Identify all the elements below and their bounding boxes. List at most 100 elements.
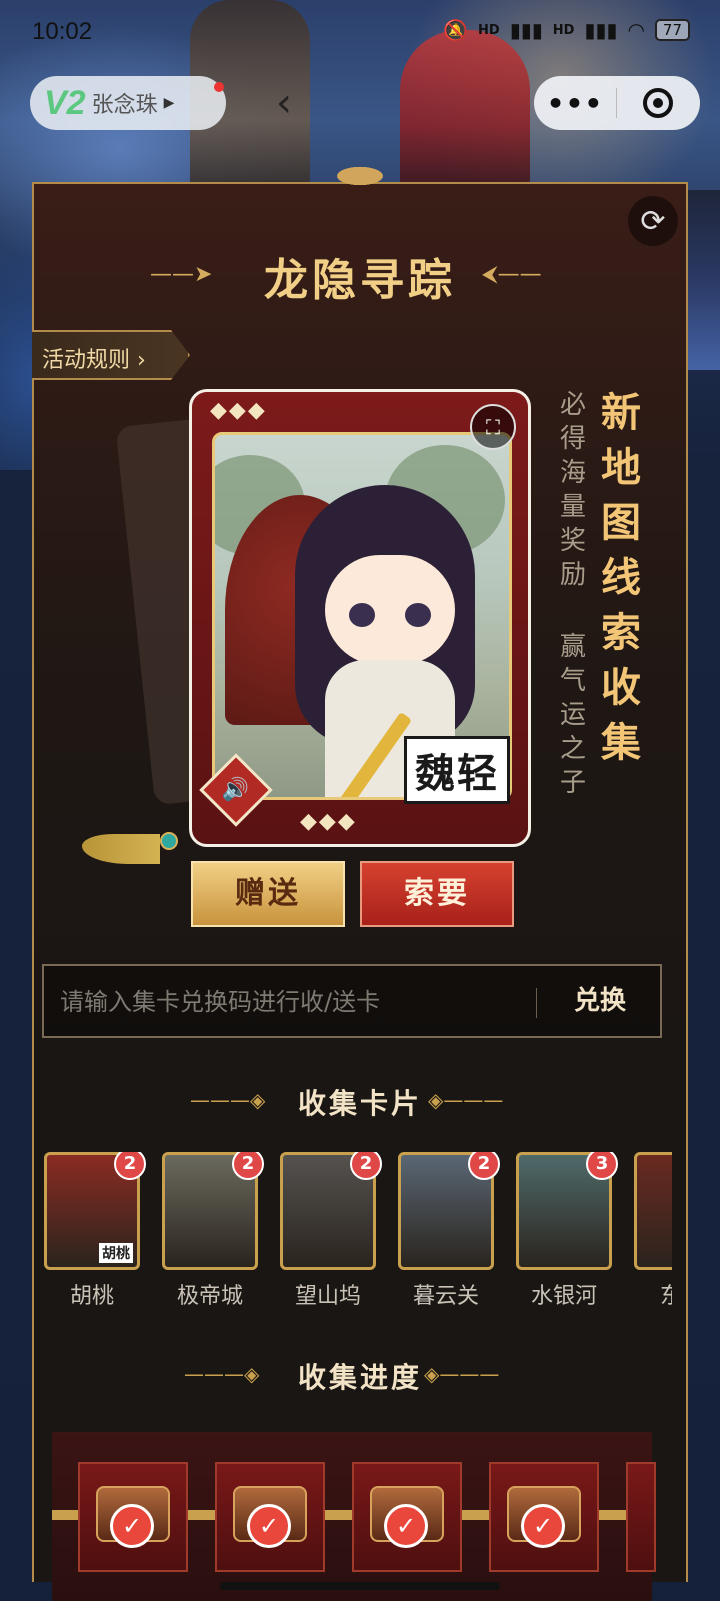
card-count-badge: 2 [468,1152,500,1180]
caret-right-icon: ▶ [163,95,175,111]
card-diamonds-bottom: ◆◆◆ [300,809,357,834]
collect-card-thumb [634,1152,672,1270]
card-count-badge: 2 [232,1152,264,1180]
slogan-char: 运 [559,700,586,730]
collect-card-name: 暮云关 [412,1284,479,1309]
event-title: 龙隐寻踪 [264,255,456,306]
mute-icon: 🔕 [443,18,469,42]
character-eye-left [349,603,375,627]
collect-section-title: 收集卡片 [297,1087,422,1120]
slogan-char: 子 [559,768,586,798]
check-icon: ✓ [521,1504,565,1548]
redeem-divider [536,988,537,1018]
card-count-badge: 3 [586,1152,618,1180]
rules-button[interactable]: 活动规则 › [32,330,190,380]
slogan-sub: 必得海量奖励 赢气运之子 [555,388,591,800]
collect-card-name: 东君 [659,1284,672,1309]
status-icons: 🔕 HD ▮▮▮ HD ▮▮▮ ◠ 77 [443,18,690,42]
slogan-char: 集 [601,720,641,766]
card-count-badge: 2 [350,1152,382,1180]
rules-label: 活动规则 [42,348,131,373]
collect-card-item[interactable]: 2 望山坞 [280,1152,382,1310]
signal-hd-icon: HD [478,22,500,38]
check-icon: ✓ [247,1504,291,1548]
slogan-sub-line-1: 必得海量奖励 [555,388,591,592]
slogan-char: 赢 [559,632,586,662]
notification-dot [214,82,224,92]
slogan-char: 奖 [559,526,586,556]
slogan-char: 收 [601,665,641,711]
gift-button[interactable]: 赠送 [191,861,345,927]
slogan-sub-line-2: 赢气运之子 [555,630,591,800]
refresh-icon[interactable]: ⟳ [628,196,678,246]
card-diamonds-top: ◆◆◆ [210,398,267,423]
card-count-badge: 2 [114,1152,146,1180]
signal-hd-icon-2: HD [552,22,575,38]
slogan-char: 励 [559,560,586,590]
slogan-char: 气 [559,666,586,696]
chevron-right-icon: › [137,348,146,373]
user-name: 张念珠 [91,93,158,118]
mini-program-capsule: ••• [534,76,700,130]
redeem-button[interactable]: 兑换 [538,966,662,1036]
slogan-main: 新地图线索收集 [596,386,646,771]
progress-reward-4[interactable]: ✓ [489,1462,599,1572]
slogan-char: 地 [601,445,641,491]
collect-card-name: 水银河 [530,1284,597,1309]
collect-card-item[interactable]: 3 水银河 [516,1152,618,1310]
progress-reward-2[interactable]: ✓ [215,1462,325,1572]
slogan-char: 索 [601,610,641,656]
card-character-name: 魏轻 [404,736,510,804]
progress-ornament-right: ◈——— [424,1362,500,1386]
slogan-char: 线 [601,555,641,601]
check-icon: ✓ [384,1504,428,1548]
slogan-char: 得 [559,424,586,454]
progress-reward-1[interactable]: ✓ [78,1462,188,1572]
check-icon: ✓ [110,1504,154,1548]
app-badge-logo: V2 [44,83,86,122]
collect-cards-row: 胡桃 2 胡桃 2 极帝城 2 望山坞 2 暮云关 3 水银河 东君 [44,1152,672,1322]
expand-icon[interactable]: ⛶ [470,404,516,450]
collect-card-item[interactable]: 胡桃 2 胡桃 [44,1152,146,1310]
character-face [325,555,455,665]
redeem-bar: 兑换 [42,964,662,1038]
slogan-char: 海 [559,458,586,488]
panel-top-ornament [320,160,400,192]
section-ornament-right: ◈——— [428,1088,504,1112]
featured-card[interactable]: ◆◆◆ ⛶ 🔊 魏轻 ◆◆◆ [189,389,531,847]
collect-card-item[interactable]: 东君 [634,1152,672,1310]
title-ornament-right: ⮜—— [482,262,542,287]
tassel-bead [160,832,178,850]
collect-card-item[interactable]: 2 暮云关 [398,1152,500,1310]
more-dots-icon[interactable]: ••• [534,87,616,120]
progress-reward-5-partial[interactable] [626,1462,656,1572]
slogan-char: 新 [601,390,641,436]
collect-card-tag: 胡桃 [99,1243,133,1263]
slogan-char: 量 [559,492,586,522]
speaker-glyph: 🔊 [222,777,250,803]
close-target-button[interactable] [617,88,699,118]
status-time: 10:02 [32,18,93,45]
tassel-decoration [82,826,182,866]
collect-card-name: 极帝城 [176,1284,243,1309]
collect-card-name: 胡桃 [69,1284,114,1309]
character-eye-right [405,603,431,627]
slogan-char: 必 [559,390,586,420]
progress-reward-3[interactable]: ✓ [352,1462,462,1572]
slogan-char: 图 [601,500,641,546]
target-icon [643,88,673,118]
request-button[interactable]: 索要 [360,861,514,927]
user-capsule[interactable]: V2 张念珠 ▶ [30,76,226,130]
wifi-icon: ◠ [627,18,645,42]
status-bar: 10:02 🔕 HD ▮▮▮ HD ▮▮▮ ◠ 77 [0,0,720,64]
collect-card-name: 望山坞 [294,1284,361,1309]
redeem-code-input[interactable] [60,980,520,1024]
collect-card-item[interactable]: 2 极帝城 [162,1152,264,1310]
battery-indicator: 77 [654,19,690,41]
slogan-gap [555,592,591,630]
home-indicator [220,1582,500,1590]
back-arrow-icon[interactable]: ‹ [276,80,292,126]
tassel-fringe [82,834,160,864]
slogan-char: 之 [559,734,586,764]
signal-bars-icon-2: ▮▮▮ [584,18,618,42]
